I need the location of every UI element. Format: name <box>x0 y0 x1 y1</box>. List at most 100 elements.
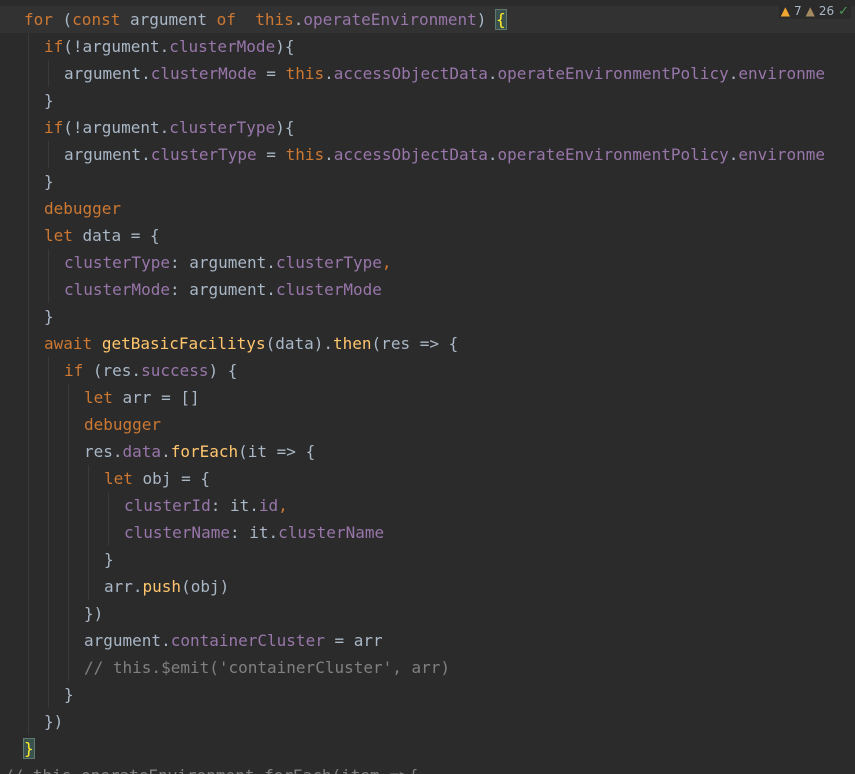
code-line: } <box>0 168 855 195</box>
code-line: await getBasicFacilitys(data).then(res =… <box>0 330 855 357</box>
code-token: ( <box>52 10 73 29</box>
code-token: id <box>258 496 279 515</box>
code-token: = <box>256 64 286 83</box>
indent-guide <box>28 438 29 465</box>
code-line: for (const argument of this.operateEnvir… <box>0 6 855 33</box>
indent-guide <box>28 708 29 735</box>
code-token: this <box>285 64 325 83</box>
indent-guide <box>48 627 49 654</box>
code-text: if (res.success) { <box>64 357 237 384</box>
code-token: operateEnvironmentPolicy <box>497 64 729 83</box>
code-token: (!argument. <box>63 118 170 137</box>
code-text: clusterName: it.clusterName <box>124 519 384 546</box>
code-token: // this.$emit('containerCluster', arr) <box>84 658 451 677</box>
indent-guide <box>28 303 29 330</box>
indent-guide <box>28 249 29 276</box>
code-line: argument.clusterType = this.accessObject… <box>0 141 855 168</box>
code-text: } <box>44 303 54 330</box>
code-token: . <box>487 145 498 164</box>
indent-guide <box>48 600 49 627</box>
code-line: argument.containerCluster = arr <box>0 627 855 654</box>
code-token: operateEnvironment <box>303 10 477 29</box>
code-token: argument. <box>84 631 171 650</box>
indent-guide <box>108 519 109 546</box>
indent-guide <box>48 438 49 465</box>
indent-guide <box>28 654 29 681</box>
code-text: } <box>44 87 54 114</box>
code-editor[interactable]: for (const argument of this.operateEnvir… <box>0 0 855 774</box>
indent-guide <box>68 438 69 465</box>
weak-warning-count: 26 <box>818 4 835 18</box>
indent-guide <box>48 546 49 573</box>
code-token: = arr <box>324 631 383 650</box>
warning-count: 7 <box>793 4 802 18</box>
code-text: } <box>23 735 35 762</box>
code-text: // this.$emit('containerCluster', arr) <box>84 654 450 681</box>
code-token: ){ <box>275 118 295 137</box>
code-text: res.data.forEach(it => { <box>84 438 315 465</box>
warning-icon: ▲ <box>780 4 790 18</box>
indent-guide <box>28 384 29 411</box>
code-token: containerCluster <box>170 631 325 650</box>
matched-brace: } <box>23 738 35 759</box>
code-line: // this.$emit('containerCluster', arr) <box>0 654 855 681</box>
code-token: accessObjectData <box>333 145 488 164</box>
code-token: of <box>216 10 236 29</box>
weak-warning-icon: ▲ <box>805 4 815 18</box>
indent-guide <box>68 411 69 438</box>
indent-guide <box>68 492 69 519</box>
code-token: clusterType <box>150 145 257 164</box>
indent-guide <box>68 654 69 681</box>
code-token: if <box>64 361 84 380</box>
code-token: : it. <box>210 496 259 515</box>
code-token: success <box>141 361 209 380</box>
code-token: . <box>487 64 498 83</box>
code-line: debugger <box>0 411 855 438</box>
code-text: let obj = { <box>104 465 210 492</box>
code-token: push <box>142 577 182 596</box>
indent-guide <box>88 465 89 492</box>
code-token: , <box>381 253 392 272</box>
code-token: debugger <box>44 199 122 218</box>
code-area[interactable]: for (const argument of this.operateEnvir… <box>0 6 855 774</box>
code-token: argument. <box>64 64 151 83</box>
indent-guide <box>48 276 49 303</box>
indent-guide <box>88 519 89 546</box>
indent-guide <box>28 519 29 546</box>
indent-guide <box>88 573 89 600</box>
code-token: clusterMode <box>150 64 257 83</box>
code-token: let <box>44 226 73 245</box>
code-line: if(!argument.clusterType){ <box>0 114 855 141</box>
indent-guide <box>68 573 69 600</box>
indent-guide <box>48 465 49 492</box>
code-token: clusterName <box>278 523 385 542</box>
code-line: // this.operateEnvironment.forEach(item … <box>0 762 855 774</box>
code-text: for (const argument of this.operateEnvir… <box>24 6 507 33</box>
code-token: ) { <box>208 361 238 380</box>
code-text: let arr = [] <box>84 384 200 411</box>
code-token: : it. <box>229 523 279 542</box>
code-token: . <box>728 64 739 83</box>
code-token: (res. <box>83 361 142 380</box>
code-text: }) <box>44 708 63 735</box>
code-token: clusterType <box>169 118 276 137</box>
code-token: getBasicFacilitys <box>101 334 266 353</box>
code-text: await getBasicFacilitys(data).then(res =… <box>44 330 458 357</box>
indent-guide <box>28 627 29 654</box>
code-token: : argument. <box>169 280 276 299</box>
code-token: accessObjectData <box>333 64 488 83</box>
code-token: data = { <box>72 226 160 245</box>
code-token: environme <box>738 145 826 164</box>
code-line: clusterType: argument.clusterType, <box>0 249 855 276</box>
code-token: . <box>161 442 171 461</box>
inspection-widget[interactable]: ▲ 7 ▲ 26 ✓ <box>778 3 851 19</box>
code-line: }) <box>0 600 855 627</box>
code-token: argument <box>120 10 217 29</box>
indent-guide <box>108 492 109 519</box>
code-token: }) <box>84 604 104 623</box>
code-token: const <box>72 10 121 29</box>
indent-guide <box>68 384 69 411</box>
indent-guide <box>28 465 29 492</box>
code-token: . <box>324 145 334 164</box>
